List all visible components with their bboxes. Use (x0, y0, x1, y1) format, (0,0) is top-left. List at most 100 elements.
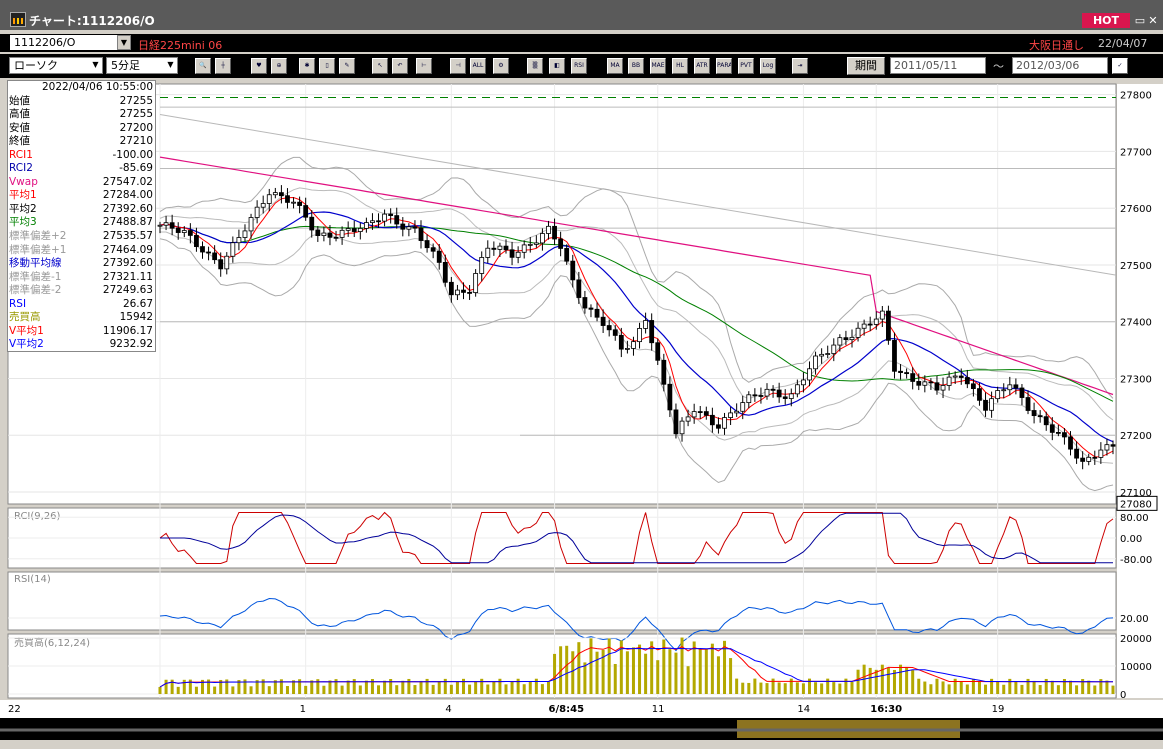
volume-bar (1056, 685, 1060, 694)
pencil-icon[interactable]: ✎ (339, 58, 355, 74)
chevron-down-icon[interactable]: ▼ (164, 58, 177, 73)
info-label: V平均2 (9, 338, 44, 351)
candle-body (983, 399, 988, 411)
rci-tick-label: 0.00 (1120, 534, 1142, 545)
candle-body (1080, 457, 1086, 462)
candle-mark-icon[interactable]: ♥ (251, 58, 267, 74)
info-label: 標準偏差-1 (9, 270, 62, 283)
pvt-icon[interactable]: PVT (738, 58, 754, 74)
candle-body (345, 228, 351, 231)
info-value: 9232.92 (109, 338, 153, 351)
chart-area[interactable]: 2780027700276002750027400273002720027100… (0, 79, 1163, 749)
date-from-input[interactable]: 2011/05/11 (890, 57, 986, 74)
candle-color-icon[interactable]: ✱ (299, 58, 315, 74)
volume-bar (164, 679, 168, 694)
session-date: 22/04/07 (1098, 37, 1148, 50)
volume-bar (328, 680, 332, 694)
info-label: 売買高 (9, 311, 41, 324)
rci-tick-label: -80.00 (1120, 555, 1152, 566)
candle-body (1092, 456, 1098, 459)
info-label: 標準偏差+1 (9, 243, 67, 256)
candle-body (406, 226, 412, 230)
candle-body (825, 353, 831, 355)
info-label: Vwap (9, 175, 38, 188)
zoom-icon[interactable]: 🔍 (195, 58, 211, 74)
info-value: 27255 (119, 108, 153, 121)
title-bar: チャート:1112206/O HOT ▭ ✕ (0, 0, 1163, 30)
candle-body (794, 384, 800, 395)
candle-body (570, 260, 576, 281)
volume-bar (692, 641, 696, 694)
symbol-input[interactable]: 1112206/O (10, 35, 117, 50)
bb-icon[interactable]: BB (628, 58, 644, 74)
close-icon[interactable]: ✕ (1146, 13, 1160, 28)
volume-bar (285, 686, 289, 694)
rsi-icon[interactable]: RSI (571, 58, 587, 74)
undo-icon[interactable]: ↶ (392, 58, 408, 74)
candle-body (272, 192, 278, 196)
candle-body (533, 242, 539, 245)
period-button[interactable]: 期間 (847, 57, 885, 75)
zoom-area-icon[interactable]: ⊕ (271, 58, 287, 74)
volume-bar (668, 649, 672, 694)
info-label: 始値 (9, 94, 30, 107)
info-value: 27392.60 (102, 202, 153, 215)
candle-body (655, 342, 661, 361)
mae-icon[interactable]: MAE (650, 58, 666, 74)
volume-bar (874, 669, 878, 694)
date-to-input[interactable]: 2012/03/06 (1012, 57, 1108, 74)
checkbox-icon[interactable]: ✓ (1112, 58, 1128, 74)
candle-add-icon[interactable]: ⊢ (416, 58, 432, 74)
chevron-down-icon[interactable]: ▼ (117, 35, 131, 50)
info-row: V平均1 11906.17 (8, 325, 155, 339)
chevron-down-icon[interactable]: ▼ (89, 58, 102, 73)
ma-icon[interactable]: MA (607, 58, 623, 74)
palette-icon[interactable]: ◧ (549, 58, 565, 74)
color-icon[interactable]: ▒ (527, 58, 543, 74)
volume-bar (947, 684, 951, 694)
crosshair-icon[interactable]: ┼ (215, 58, 231, 74)
candle-body (612, 329, 618, 336)
candle-body (224, 255, 230, 270)
export-icon[interactable]: ⇥ (792, 58, 808, 74)
volume-bar (1032, 680, 1036, 694)
x-tick-label: 14 (797, 704, 810, 715)
info-value: 27284.00 (102, 189, 153, 202)
minimize-icon[interactable]: ▭ (1133, 13, 1147, 28)
candle-body (297, 201, 303, 206)
volume-bar (838, 683, 842, 694)
candle-body (606, 325, 612, 331)
hot-button[interactable]: HOT (1082, 13, 1130, 28)
volume-bar (510, 681, 514, 694)
candle-body (321, 232, 327, 236)
candle-body (169, 222, 175, 229)
volume-bar (486, 684, 490, 694)
info-value: 15942 (119, 311, 153, 324)
candle-body (940, 385, 946, 391)
candle-remove-icon[interactable]: ⊣ (450, 58, 466, 74)
volume-bar (267, 686, 271, 694)
volume-bar (917, 678, 921, 694)
candle-body (576, 279, 582, 298)
info-row: 売買高 15942 (8, 311, 155, 325)
volume-bar (571, 651, 575, 694)
info-label: RSI (9, 297, 27, 310)
candle-body (910, 373, 916, 382)
atr-icon[interactable]: ATR (694, 58, 710, 74)
scale-icon[interactable]: ▯ (319, 58, 335, 74)
para-icon[interactable]: PARA (716, 58, 732, 74)
info-label: 平均2 (9, 202, 37, 215)
info-label: 高値 (9, 108, 30, 121)
info-label: 平均3 (9, 216, 37, 229)
all-icon[interactable]: ALL (470, 58, 486, 74)
settings-icon[interactable]: ⚙ (493, 58, 509, 74)
hl-icon[interactable]: HL (672, 58, 688, 74)
candle-body (661, 359, 667, 385)
cursor-icon[interactable]: ↖ (372, 58, 388, 74)
candle-body (886, 310, 891, 341)
candle-body (1013, 384, 1019, 389)
candle-body (303, 205, 309, 218)
volume-bar (911, 670, 915, 694)
candle-body (1031, 410, 1037, 417)
log-icon[interactable]: Log (760, 58, 776, 74)
